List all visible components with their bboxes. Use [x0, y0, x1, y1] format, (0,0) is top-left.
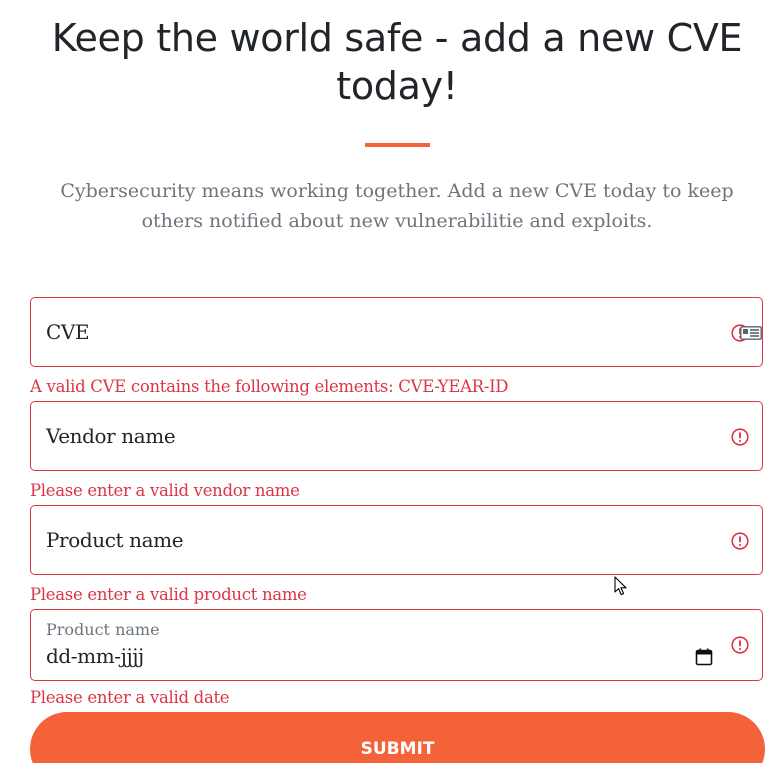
mouse-pointer-icon	[614, 576, 627, 596]
vendor-name-placeholder: Vendor name	[46, 424, 176, 448]
page-title: Keep the world safe - add a new CVE toda…	[51, 16, 743, 108]
date-input[interactable]: Product name dd-mm-jjjj	[30, 609, 763, 681]
contact-card-icon[interactable]	[740, 326, 762, 340]
date-input-label: Product name	[46, 620, 160, 639]
vendor-name-input[interactable]: Vendor name	[30, 401, 763, 471]
cve-feedback: A valid CVE contains the following eleme…	[30, 377, 509, 396]
vendor-name-feedback: Please enter a valid vendor name	[30, 481, 300, 500]
exclamation-circle-icon	[731, 532, 749, 550]
exclamation-circle-icon	[731, 428, 749, 446]
calendar-icon[interactable]	[695, 648, 713, 666]
product-name-input[interactable]: Product name	[30, 505, 763, 575]
submit-button[interactable]: SUBMIT	[30, 712, 765, 763]
cve-input[interactable]: CVE	[30, 297, 763, 367]
title-divider	[365, 143, 430, 147]
page-lead-text: Cybersecurity means working together. Ad…	[60, 180, 734, 232]
product-name-feedback: Please enter a valid product name	[30, 585, 307, 604]
date-feedback: Please enter a valid date	[30, 688, 230, 707]
exclamation-circle-icon	[731, 636, 749, 654]
cve-input-placeholder: CVE	[46, 320, 90, 344]
submit-button-label: SUBMIT	[360, 739, 435, 759]
date-input-value: dd-mm-jjjj	[46, 644, 144, 668]
product-name-placeholder: Product name	[46, 528, 184, 552]
